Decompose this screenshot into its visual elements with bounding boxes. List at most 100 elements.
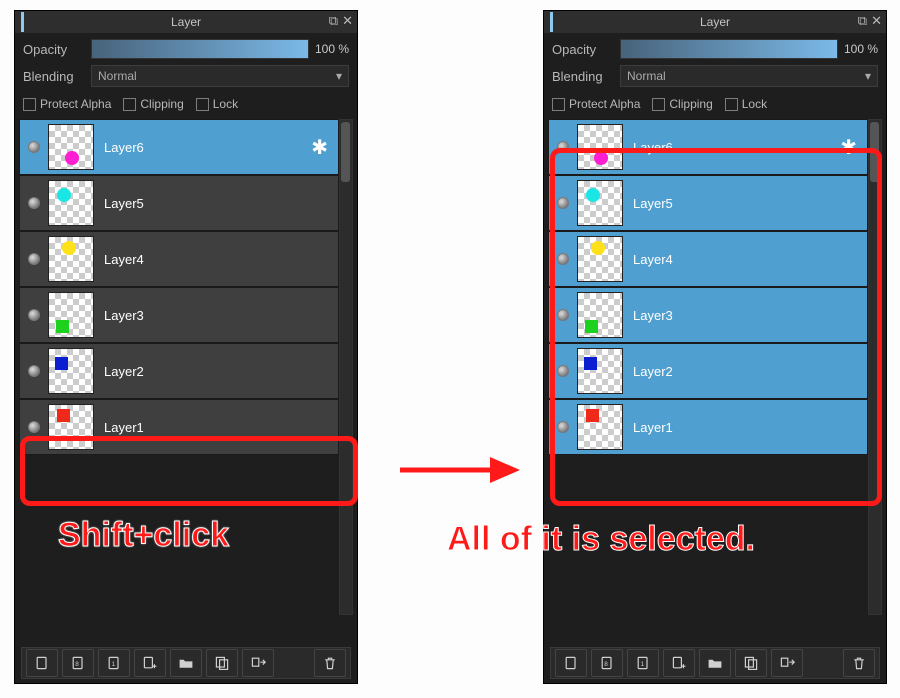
layer-thumbnail — [48, 348, 94, 394]
layer-thumbnail — [48, 236, 94, 282]
blending-select[interactable]: Normal ▾ — [91, 65, 349, 87]
blending-value: Normal — [627, 69, 666, 83]
circle-icon — [57, 188, 71, 202]
lock-checkbox[interactable]: Lock — [725, 97, 767, 111]
visibility-toggle[interactable] — [28, 141, 40, 153]
layer-option-row: Protect Alpha Clipping Lock — [15, 97, 357, 117]
svg-text:1: 1 — [641, 661, 645, 668]
panel-title-bar: Layer ⧉ ✕ — [544, 11, 886, 33]
visibility-toggle[interactable] — [28, 253, 40, 265]
chevron-down-icon: ▾ — [336, 69, 342, 83]
blending-value: Normal — [98, 69, 137, 83]
square-icon — [55, 357, 68, 370]
layer-name-label: Layer3 — [633, 308, 673, 323]
merge-button[interactable] — [242, 649, 274, 677]
arrow-icon — [395, 445, 525, 500]
protect-alpha-checkbox[interactable]: Protect Alpha — [23, 97, 111, 111]
layer-thumbnail — [48, 124, 94, 170]
new-1bit-button[interactable]: 1 — [98, 649, 130, 677]
add-special-button[interactable] — [134, 649, 166, 677]
scrollbar-thumb[interactable] — [341, 122, 350, 182]
clipping-checkbox[interactable]: Clipping — [652, 97, 712, 111]
layer-row[interactable]: Layer5 — [548, 175, 868, 231]
merge-button[interactable] — [771, 649, 803, 677]
layer-thumbnail — [577, 404, 623, 450]
layer-thumbnail — [48, 292, 94, 338]
layer-name-label: Layer1 — [104, 420, 144, 435]
blending-select[interactable]: Normal ▾ — [620, 65, 878, 87]
gear-icon[interactable]: ✱ — [311, 135, 328, 160]
square-icon — [586, 409, 599, 422]
layer-name-label: Layer2 — [633, 364, 673, 379]
layer-row[interactable]: Layer5 — [19, 175, 339, 231]
circle-icon — [594, 151, 608, 165]
visibility-toggle[interactable] — [557, 141, 569, 153]
visibility-toggle[interactable] — [28, 421, 40, 433]
circle-icon — [586, 188, 600, 202]
scrollbar-thumb[interactable] — [870, 122, 879, 182]
folder-button[interactable] — [170, 649, 202, 677]
new-8bit-button[interactable]: 8 — [62, 649, 94, 677]
layer-name-label: Layer6 — [104, 140, 144, 155]
layer-name-label: Layer2 — [104, 364, 144, 379]
scrollbar[interactable] — [868, 119, 882, 615]
trash-button[interactable] — [843, 649, 875, 677]
panel-title: Layer — [700, 15, 730, 29]
scrollbar[interactable] — [339, 119, 353, 615]
new-8bit-button[interactable]: 8 — [591, 649, 623, 677]
layer-row[interactable]: Layer1 — [19, 399, 339, 455]
square-icon — [584, 357, 597, 370]
visibility-toggle[interactable] — [557, 253, 569, 265]
layer-row[interactable]: Layer4 — [19, 231, 339, 287]
chevron-down-icon: ▾ — [865, 69, 871, 83]
blending-label: Blending — [552, 69, 614, 84]
clipping-checkbox[interactable]: Clipping — [123, 97, 183, 111]
panel-accent — [21, 12, 24, 32]
layer-name-label: Layer5 — [633, 196, 673, 211]
visibility-toggle[interactable] — [28, 365, 40, 377]
layer-row[interactable]: Layer6 ✱ — [548, 119, 868, 175]
visibility-toggle[interactable] — [557, 197, 569, 209]
square-icon — [57, 409, 70, 422]
opacity-value: 100 % — [844, 42, 878, 56]
layer-row[interactable]: Layer6 ✱ — [19, 119, 339, 175]
layer-row[interactable]: Layer2 — [548, 343, 868, 399]
close-icon[interactable]: ✕ — [342, 13, 353, 29]
layer-row[interactable]: Layer2 — [19, 343, 339, 399]
layer-controls: Opacity 100 % Blending Normal ▾ — [15, 33, 357, 97]
visibility-toggle[interactable] — [28, 197, 40, 209]
visibility-toggle[interactable] — [557, 421, 569, 433]
layer-row[interactable]: Layer4 — [548, 231, 868, 287]
protect-alpha-checkbox[interactable]: Protect Alpha — [552, 97, 640, 111]
layer-thumbnail — [48, 180, 94, 226]
lock-checkbox[interactable]: Lock — [196, 97, 238, 111]
visibility-toggle[interactable] — [28, 309, 40, 321]
circle-icon — [65, 151, 79, 165]
opacity-value: 100 % — [315, 42, 349, 56]
duplicate-button[interactable] — [206, 649, 238, 677]
layer-row[interactable]: Layer1 — [548, 399, 868, 455]
trash-button[interactable] — [314, 649, 346, 677]
layer-row[interactable]: Layer3 — [19, 287, 339, 343]
gear-icon[interactable]: ✱ — [840, 135, 857, 160]
visibility-toggle[interactable] — [557, 309, 569, 321]
layer-row[interactable]: Layer3 — [548, 287, 868, 343]
popout-icon[interactable]: ⧉ — [329, 13, 338, 29]
popout-icon[interactable]: ⧉ — [858, 13, 867, 29]
add-special-button[interactable] — [663, 649, 695, 677]
close-icon[interactable]: ✕ — [871, 13, 882, 29]
new-layer-button[interactable] — [555, 649, 587, 677]
layer-name-label: Layer4 — [104, 252, 144, 267]
layer-option-row: Protect Alpha Clipping Lock — [544, 97, 886, 117]
opacity-slider[interactable] — [620, 39, 838, 59]
layer-name-label: Layer1 — [633, 420, 673, 435]
new-1bit-button[interactable]: 1 — [627, 649, 659, 677]
visibility-toggle[interactable] — [557, 365, 569, 377]
folder-button[interactable] — [699, 649, 731, 677]
layer-name-label: Layer4 — [633, 252, 673, 267]
new-layer-button[interactable] — [26, 649, 58, 677]
opacity-slider[interactable] — [91, 39, 309, 59]
layer-name-label: Layer6 — [633, 140, 673, 155]
duplicate-button[interactable] — [735, 649, 767, 677]
annotation-caption: All of it is selected. — [447, 520, 755, 559]
